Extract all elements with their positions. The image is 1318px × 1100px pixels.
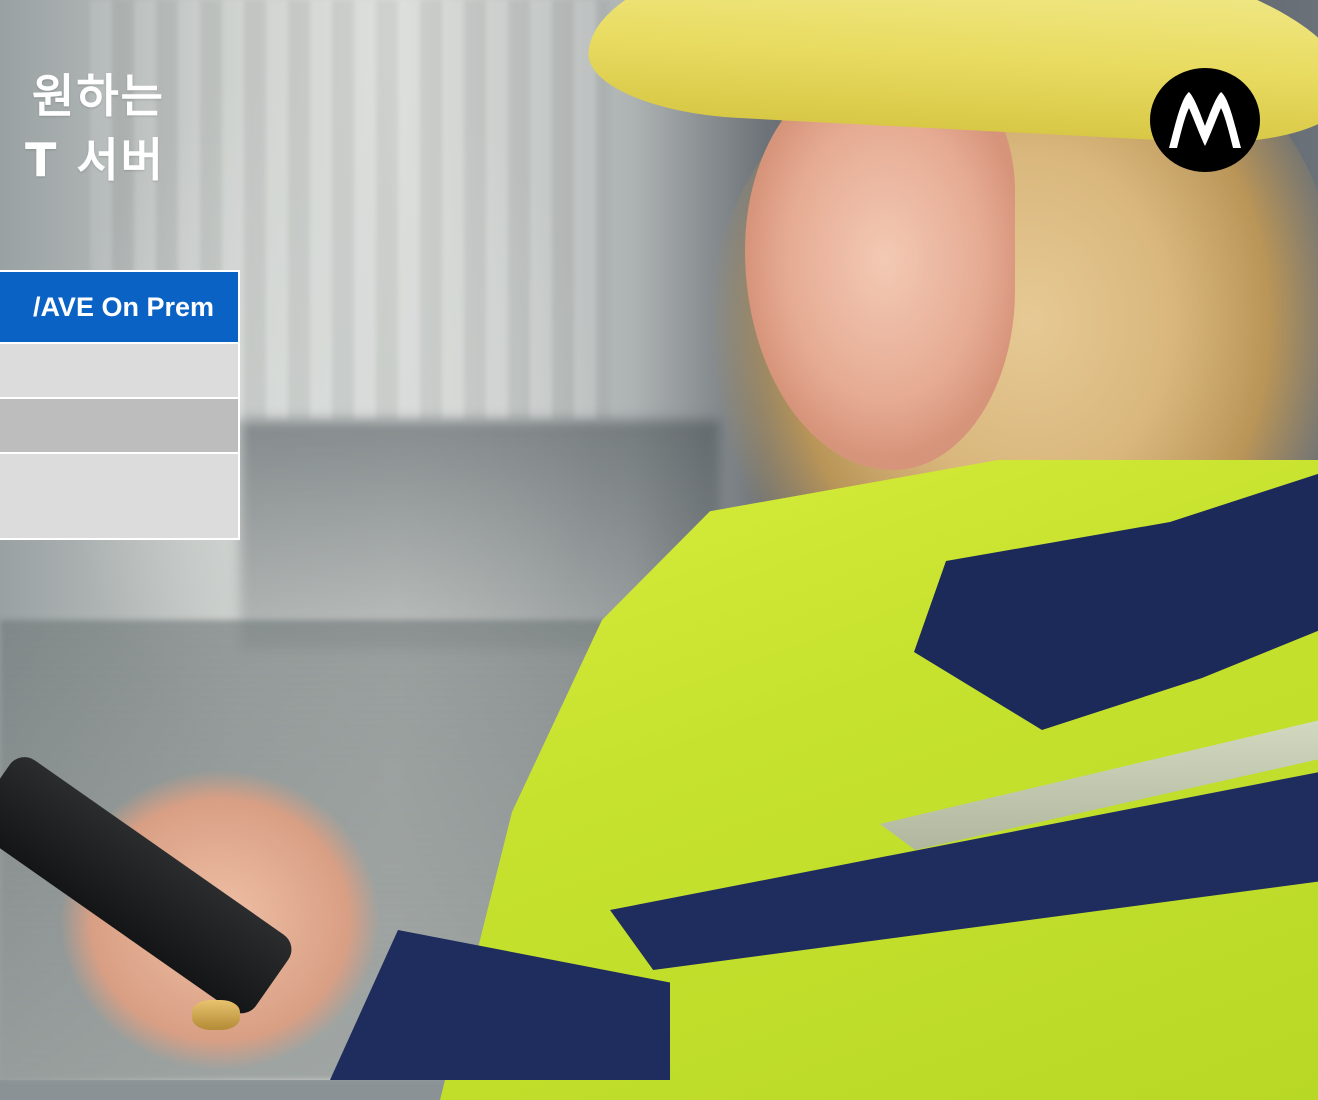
motorola-batwing-icon bbox=[1169, 92, 1241, 148]
motorola-logo bbox=[1150, 68, 1260, 172]
table-row bbox=[0, 397, 238, 452]
wedding-ring bbox=[192, 1000, 240, 1030]
title-line-2: T 서버 bbox=[24, 133, 165, 187]
comparison-table: /AVE On Prem bbox=[0, 270, 240, 540]
slide-title: 원하는 T 서버 bbox=[0, 64, 240, 192]
title-line-1: 원하는 bbox=[32, 69, 165, 123]
table-header: /AVE On Prem bbox=[0, 270, 238, 342]
table-row bbox=[0, 452, 238, 538]
table-row bbox=[0, 342, 238, 397]
